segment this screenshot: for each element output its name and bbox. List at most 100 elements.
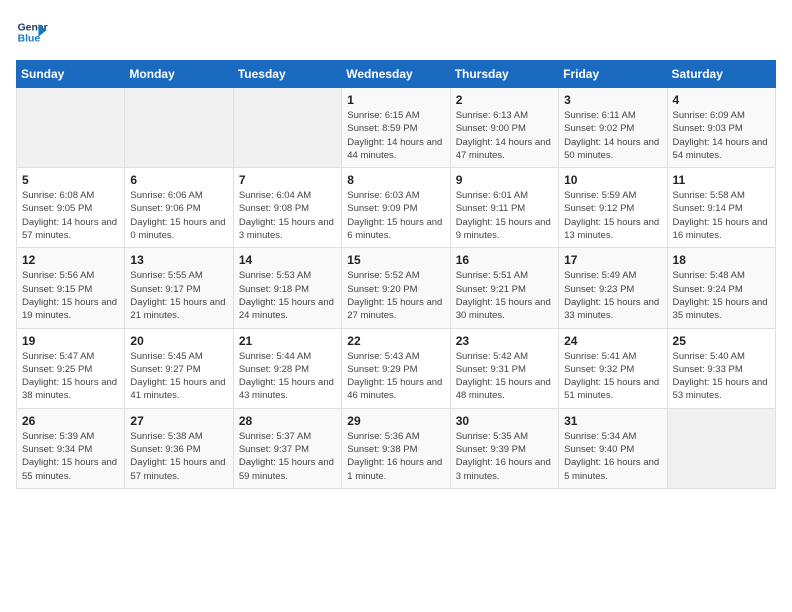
- day-info: Sunrise: 6:03 AMSunset: 9:09 PMDaylight:…: [347, 189, 444, 242]
- calendar-cell: 15 Sunrise: 5:52 AMSunset: 9:20 PMDayligh…: [342, 248, 450, 328]
- day-number: 17: [564, 253, 661, 267]
- calendar-cell: 29 Sunrise: 5:36 AMSunset: 9:38 PMDayligh…: [342, 408, 450, 488]
- calendar-cell: 16 Sunrise: 5:51 AMSunset: 9:21 PMDayligh…: [450, 248, 558, 328]
- day-info: Sunrise: 6:01 AMSunset: 9:11 PMDaylight:…: [456, 189, 553, 242]
- day-number: 12: [22, 253, 119, 267]
- day-info: Sunrise: 5:39 AMSunset: 9:34 PMDaylight:…: [22, 430, 119, 483]
- day-number: 24: [564, 334, 661, 348]
- calendar-cell: 6 Sunrise: 6:06 AMSunset: 9:06 PMDaylight…: [125, 168, 233, 248]
- day-number: 1: [347, 93, 444, 107]
- calendar-cell: 19 Sunrise: 5:47 AMSunset: 9:25 PMDayligh…: [17, 328, 125, 408]
- day-info: Sunrise: 5:47 AMSunset: 9:25 PMDaylight:…: [22, 350, 119, 403]
- calendar-cell: 7 Sunrise: 6:04 AMSunset: 9:08 PMDaylight…: [233, 168, 341, 248]
- calendar-cell: 17 Sunrise: 5:49 AMSunset: 9:23 PMDayligh…: [559, 248, 667, 328]
- day-info: Sunrise: 5:42 AMSunset: 9:31 PMDaylight:…: [456, 350, 553, 403]
- calendar-cell: [17, 88, 125, 168]
- day-info: Sunrise: 6:09 AMSunset: 9:03 PMDaylight:…: [673, 109, 770, 162]
- day-info: Sunrise: 5:45 AMSunset: 9:27 PMDaylight:…: [130, 350, 227, 403]
- calendar-cell: 20 Sunrise: 5:45 AMSunset: 9:27 PMDayligh…: [125, 328, 233, 408]
- calendar-cell: 27 Sunrise: 5:38 AMSunset: 9:36 PMDayligh…: [125, 408, 233, 488]
- day-info: Sunrise: 6:08 AMSunset: 9:05 PMDaylight:…: [22, 189, 119, 242]
- weekday-header-sunday: Sunday: [17, 61, 125, 88]
- day-info: Sunrise: 5:43 AMSunset: 9:29 PMDaylight:…: [347, 350, 444, 403]
- calendar-cell: 30Sunrise: 5:35 AMSunset: 9:39 PMDayligh…: [450, 408, 558, 488]
- calendar-cell: 9 Sunrise: 6:01 AMSunset: 9:11 PMDaylight…: [450, 168, 558, 248]
- page-header: General Blue: [16, 16, 776, 48]
- day-number: 18: [673, 253, 770, 267]
- day-number: 6: [130, 173, 227, 187]
- day-number: 20: [130, 334, 227, 348]
- day-number: 7: [239, 173, 336, 187]
- calendar-cell: 13Sunrise: 5:55 AMSunset: 9:17 PMDayligh…: [125, 248, 233, 328]
- day-number: 5: [22, 173, 119, 187]
- day-info: Sunrise: 6:13 AMSunset: 9:00 PMDaylight:…: [456, 109, 553, 162]
- day-info: Sunrise: 5:59 AMSunset: 9:12 PMDaylight:…: [564, 189, 661, 242]
- calendar-cell: 1 Sunrise: 6:15 AMSunset: 8:59 PMDaylight…: [342, 88, 450, 168]
- weekday-header-monday: Monday: [125, 61, 233, 88]
- day-number: 25: [673, 334, 770, 348]
- day-number: 3: [564, 93, 661, 107]
- calendar-cell: 21 Sunrise: 5:44 AMSunset: 9:28 PMDayligh…: [233, 328, 341, 408]
- calendar-cell: 8 Sunrise: 6:03 AMSunset: 9:09 PMDaylight…: [342, 168, 450, 248]
- day-info: Sunrise: 6:11 AMSunset: 9:02 PMDaylight:…: [564, 109, 661, 162]
- calendar-cell: 2 Sunrise: 6:13 AMSunset: 9:00 PMDaylight…: [450, 88, 558, 168]
- calendar-cell: 22 Sunrise: 5:43 AMSunset: 9:29 PMDayligh…: [342, 328, 450, 408]
- calendar-cell: 14 Sunrise: 5:53 AMSunset: 9:18 PMDayligh…: [233, 248, 341, 328]
- calendar-cell: 11 Sunrise: 5:58 AMSunset: 9:14 PMDayligh…: [667, 168, 775, 248]
- day-number: 9: [456, 173, 553, 187]
- day-number: 2: [456, 93, 553, 107]
- weekday-header-friday: Friday: [559, 61, 667, 88]
- calendar-cell: 26 Sunrise: 5:39 AMSunset: 9:34 PMDayligh…: [17, 408, 125, 488]
- day-number: 27: [130, 414, 227, 428]
- day-info: Sunrise: 5:49 AMSunset: 9:23 PMDaylight:…: [564, 269, 661, 322]
- calendar-table: SundayMondayTuesdayWednesdayThursdayFrid…: [16, 60, 776, 489]
- day-number: 16: [456, 253, 553, 267]
- svg-text:Blue: Blue: [18, 34, 41, 45]
- day-info: Sunrise: 6:06 AMSunset: 9:06 PMDaylight:…: [130, 189, 227, 242]
- calendar-cell: 18Sunrise: 5:48 AMSunset: 9:24 PMDayligh…: [667, 248, 775, 328]
- logo-icon: General Blue: [16, 16, 48, 48]
- day-number: 14: [239, 253, 336, 267]
- calendar-cell: 4 Sunrise: 6:09 AMSunset: 9:03 PMDaylight…: [667, 88, 775, 168]
- day-info: Sunrise: 5:44 AMSunset: 9:28 PMDaylight:…: [239, 350, 336, 403]
- day-info: Sunrise: 5:37 AMSunset: 9:37 PMDaylight:…: [239, 430, 336, 483]
- day-number: 29: [347, 414, 444, 428]
- calendar-cell: 23 Sunrise: 5:42 AMSunset: 9:31 PMDayligh…: [450, 328, 558, 408]
- calendar-cell: 5 Sunrise: 6:08 AMSunset: 9:05 PMDaylight…: [17, 168, 125, 248]
- day-number: 11: [673, 173, 770, 187]
- day-number: 8: [347, 173, 444, 187]
- day-number: 10: [564, 173, 661, 187]
- day-number: 26: [22, 414, 119, 428]
- day-info: Sunrise: 5:40 AMSunset: 9:33 PMDaylight:…: [673, 350, 770, 403]
- day-number: 19: [22, 334, 119, 348]
- weekday-header-wednesday: Wednesday: [342, 61, 450, 88]
- day-number: 22: [347, 334, 444, 348]
- day-info: Sunrise: 5:56 AMSunset: 9:15 PMDaylight:…: [22, 269, 119, 322]
- calendar-cell: 28 Sunrise: 5:37 AMSunset: 9:37 PMDayligh…: [233, 408, 341, 488]
- day-info: Sunrise: 5:38 AMSunset: 9:36 PMDaylight:…: [130, 430, 227, 483]
- day-number: 28: [239, 414, 336, 428]
- day-info: Sunrise: 5:36 AMSunset: 9:38 PMDaylight:…: [347, 430, 444, 483]
- day-info: Sunrise: 6:04 AMSunset: 9:08 PMDaylight:…: [239, 189, 336, 242]
- day-number: 4: [673, 93, 770, 107]
- day-info: Sunrise: 5:58 AMSunset: 9:14 PMDaylight:…: [673, 189, 770, 242]
- calendar-cell: 24 Sunrise: 5:41 AMSunset: 9:32 PMDayligh…: [559, 328, 667, 408]
- calendar-cell: 3 Sunrise: 6:11 AMSunset: 9:02 PMDaylight…: [559, 88, 667, 168]
- day-info: Sunrise: 5:52 AMSunset: 9:20 PMDaylight:…: [347, 269, 444, 322]
- calendar-cell: [667, 408, 775, 488]
- day-number: 21: [239, 334, 336, 348]
- weekday-header-tuesday: Tuesday: [233, 61, 341, 88]
- calendar-cell: [233, 88, 341, 168]
- weekday-header-saturday: Saturday: [667, 61, 775, 88]
- day-number: 23: [456, 334, 553, 348]
- day-number: 15: [347, 253, 444, 267]
- day-info: Sunrise: 5:51 AMSunset: 9:21 PMDaylight:…: [456, 269, 553, 322]
- day-info: Sunrise: 5:53 AMSunset: 9:18 PMDaylight:…: [239, 269, 336, 322]
- day-info: Sunrise: 5:41 AMSunset: 9:32 PMDaylight:…: [564, 350, 661, 403]
- day-info: Sunrise: 5:34 AMSunset: 9:40 PMDaylight:…: [564, 430, 661, 483]
- day-info: Sunrise: 5:55 AMSunset: 9:17 PMDaylight:…: [130, 269, 227, 322]
- calendar-cell: 31Sunrise: 5:34 AMSunset: 9:40 PMDayligh…: [559, 408, 667, 488]
- day-info: Sunrise: 6:15 AMSunset: 8:59 PMDaylight:…: [347, 109, 444, 162]
- day-number: 30: [456, 414, 553, 428]
- weekday-header-thursday: Thursday: [450, 61, 558, 88]
